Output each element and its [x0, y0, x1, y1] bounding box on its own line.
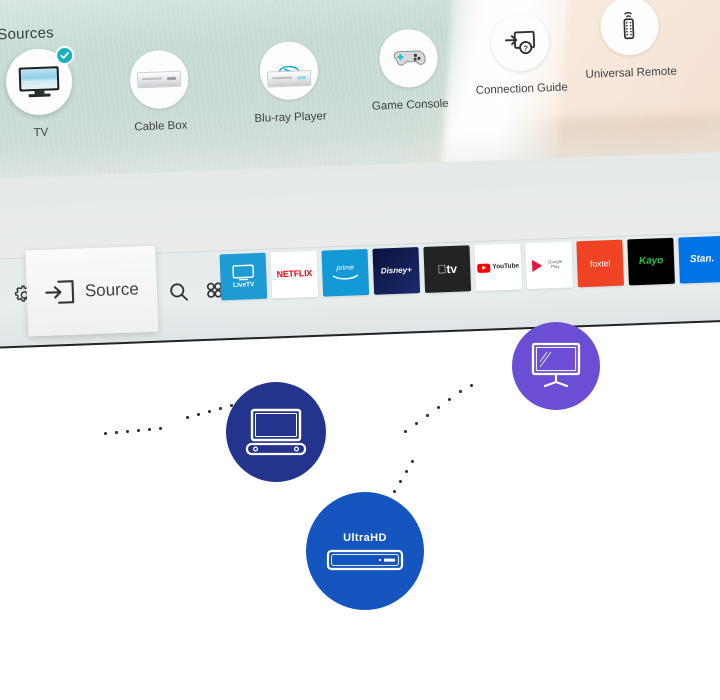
- app-tile-foxtel[interactable]: foxtel: [576, 239, 624, 288]
- device-circle-smart-tv[interactable]: [512, 322, 600, 410]
- monitor-icon: [531, 342, 581, 388]
- ultrahd-label: UltraHD: [343, 531, 387, 544]
- blu-ray-disc-icon: [258, 40, 319, 101]
- remote-control-icon: [599, 0, 660, 57]
- source-item-universal-remote[interactable]: Universal Remote: [580, 0, 679, 82]
- cable-box-icon: [129, 49, 190, 110]
- device-circle-soundbar-tv[interactable]: [226, 382, 326, 482]
- app-tile-stan[interactable]: Stan.: [678, 235, 720, 284]
- app-tile-youtube[interactable]: YouTube: [474, 243, 523, 292]
- app-label: NETFLIX: [276, 268, 313, 280]
- source-item-game-console[interactable]: Game Console: [359, 28, 458, 114]
- source-label: Cable Box: [134, 119, 188, 134]
- tv-icon: [4, 45, 75, 117]
- gamepad-icon: [378, 28, 439, 89]
- app-tile-google-play-movies[interactable]: Google Play: [525, 241, 574, 290]
- television: Sources TV Cable Box Blu-ray Player Game…: [0, 0, 720, 380]
- app-tile-prime-video[interactable]: prime: [321, 248, 370, 297]
- search-icon[interactable]: [169, 281, 190, 302]
- screenshot-root: Sources TV Cable Box Blu-ray Player Game…: [0, 0, 720, 700]
- source-item-connection-guide[interactable]: ? Connection Guide: [471, 12, 570, 98]
- source-label: Blu-ray Player: [254, 110, 327, 126]
- app-tile-livetv[interactable]: LiveTV: [219, 252, 268, 301]
- source-item-tv[interactable]: TV: [0, 45, 89, 141]
- app-label: Kayo: [638, 254, 664, 267]
- source-button-label: Source: [84, 279, 140, 301]
- app-label: Disney+: [380, 265, 412, 276]
- sources-heading: Sources: [0, 24, 55, 44]
- connection-guide-icon: ?: [489, 12, 551, 73]
- app-label: YouTube: [492, 262, 520, 271]
- check-badge: [54, 45, 75, 66]
- app-tile-apple-tv[interactable]: tv: [423, 245, 472, 293]
- source-label: Game Console: [371, 97, 449, 113]
- app-label: tv: [441, 261, 457, 276]
- source-label: Connection Guide: [475, 81, 568, 97]
- source-label: Universal Remote: [585, 65, 678, 81]
- tv-screen: Sources TV Cable Box Blu-ray Player Game…: [0, 0, 720, 351]
- source-item-blu-ray-player[interactable]: Blu-ray Player: [240, 40, 339, 126]
- app-label: LiveTV: [232, 280, 255, 289]
- source-button[interactable]: Source: [25, 245, 159, 337]
- ultrahd-player-icon: [326, 549, 404, 570]
- app-tile-disney-plus[interactable]: Disney+: [372, 247, 421, 295]
- app-tile-kayo[interactable]: Kayo: [627, 237, 675, 286]
- arrow-into-box-icon: [44, 279, 75, 306]
- source-item-cable-box[interactable]: Cable Box: [110, 49, 209, 135]
- app-label: Stan.: [689, 253, 715, 265]
- svg-text:?: ?: [523, 44, 528, 53]
- device-connection-illustration: UltraHD: [0, 322, 720, 700]
- device-circle-ultrahd-player[interactable]: UltraHD: [306, 492, 424, 610]
- app-label: foxtel: [589, 257, 611, 269]
- tv-soundbar-icon: [245, 408, 307, 456]
- app-label: Google Play: [547, 259, 563, 270]
- app-tile-netflix[interactable]: NETFLIX: [270, 250, 319, 299]
- source-label: TV: [33, 126, 49, 140]
